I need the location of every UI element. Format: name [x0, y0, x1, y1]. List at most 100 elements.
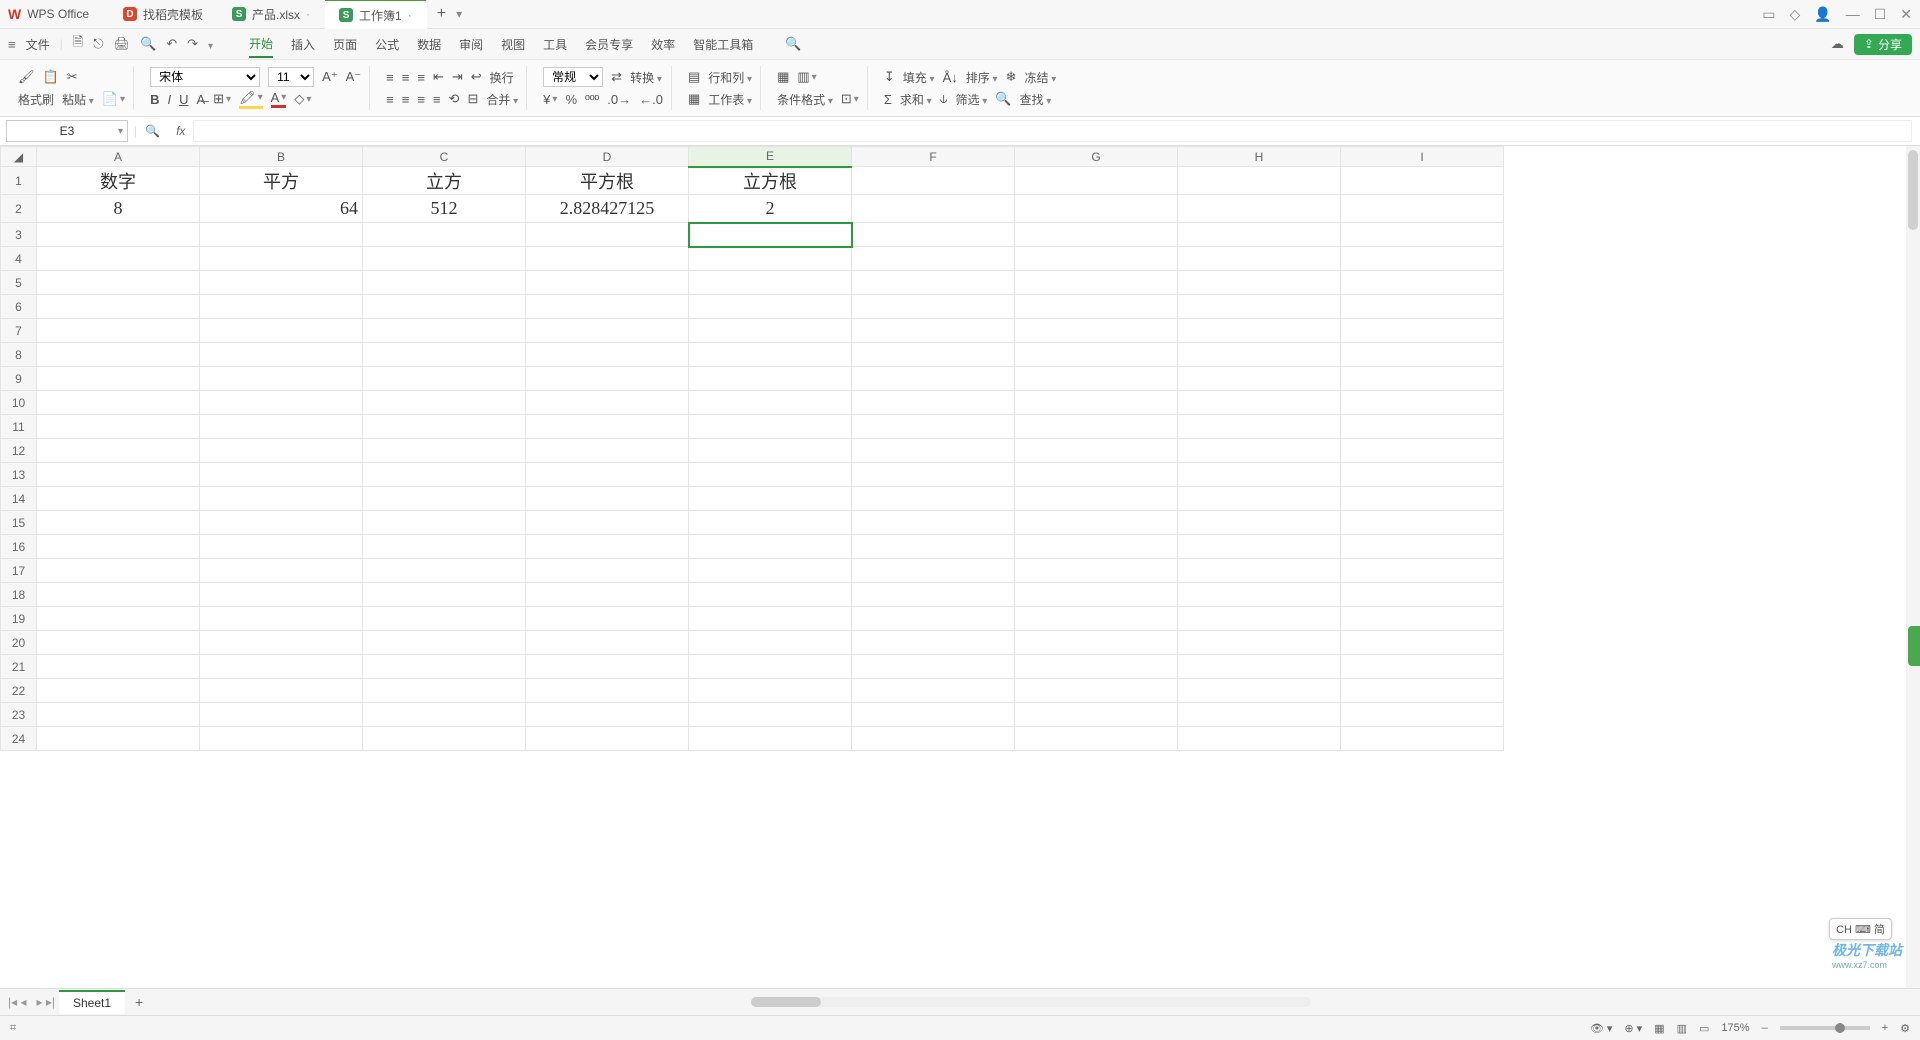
row-header-17[interactable]: 17 — [1, 559, 37, 583]
underline-icon[interactable]: U — [179, 92, 188, 107]
sum-label[interactable]: 求和 — [900, 91, 932, 108]
cell-H8[interactable] — [1178, 343, 1341, 367]
cell-H13[interactable] — [1178, 463, 1341, 487]
cell-E16[interactable] — [689, 535, 852, 559]
row-header-12[interactable]: 12 — [1, 439, 37, 463]
convert-icon[interactable]: ⇄ — [611, 69, 622, 85]
row-header-14[interactable]: 14 — [1, 487, 37, 511]
row-header-1[interactable]: 1 — [1, 167, 37, 195]
side-panel-handle[interactable] — [1908, 626, 1920, 666]
file-tab-workbook1[interactable]: S 工作簿1 · — [325, 0, 427, 29]
cell-E3[interactable] — [689, 223, 852, 247]
cell-I19[interactable] — [1341, 607, 1504, 631]
tab-view[interactable]: 视图 — [501, 32, 525, 57]
merge-icon[interactable]: ⊟ — [467, 91, 478, 107]
cell-I16[interactable] — [1341, 535, 1504, 559]
cell-A4[interactable] — [37, 247, 200, 271]
cell-A15[interactable] — [37, 511, 200, 535]
bold-icon[interactable]: B — [150, 92, 159, 107]
cell-F20[interactable] — [852, 631, 1015, 655]
cell-I21[interactable] — [1341, 655, 1504, 679]
tab-insert[interactable]: 插入 — [291, 32, 315, 57]
row-header-2[interactable]: 2 — [1, 195, 37, 223]
cell-G9[interactable] — [1015, 367, 1178, 391]
cell-H15[interactable] — [1178, 511, 1341, 535]
cell-H2[interactable] — [1178, 195, 1341, 223]
cell-G22[interactable] — [1015, 679, 1178, 703]
cell-A14[interactable] — [37, 487, 200, 511]
cell-I15[interactable] — [1341, 511, 1504, 535]
cell-I23[interactable] — [1341, 703, 1504, 727]
cell-G18[interactable] — [1015, 583, 1178, 607]
cell-A12[interactable] — [37, 439, 200, 463]
cell-G23[interactable] — [1015, 703, 1178, 727]
cell-B2[interactable]: 64 — [200, 195, 363, 223]
zoom-out-icon[interactable]: – — [1762, 1022, 1768, 1034]
search-icon[interactable]: 🔍 — [785, 36, 801, 52]
dec-dec-icon[interactable]: ←.0 — [639, 92, 663, 107]
cell-E8[interactable] — [689, 343, 852, 367]
settings-icon[interactable]: ⚙ — [1900, 1022, 1910, 1035]
cell-F3[interactable] — [852, 223, 1015, 247]
chevron-down-icon[interactable]: ▾ — [118, 126, 123, 137]
tab-home[interactable]: 开始 — [249, 31, 273, 58]
cell-D3[interactable] — [526, 223, 689, 247]
format-painter-icon[interactable]: 🖌 — [18, 69, 35, 85]
wrap-label[interactable]: 换行 — [490, 69, 514, 86]
sort-label[interactable]: 排序 — [966, 69, 998, 86]
row-header-24[interactable]: 24 — [1, 727, 37, 751]
cell-F12[interactable] — [852, 439, 1015, 463]
formula-input[interactable] — [193, 120, 1912, 142]
menu-icon[interactable]: ≡ — [8, 37, 16, 52]
cell-H3[interactable] — [1178, 223, 1341, 247]
row-header-7[interactable]: 7 — [1, 319, 37, 343]
cell-D4[interactable] — [526, 247, 689, 271]
cell-E6[interactable] — [689, 295, 852, 319]
cell-C16[interactable] — [363, 535, 526, 559]
avatar-icon[interactable]: 👤 — [1814, 6, 1831, 23]
cell-D9[interactable] — [526, 367, 689, 391]
cell-G7[interactable] — [1015, 319, 1178, 343]
zoom-in-icon[interactable]: + — [1882, 1022, 1888, 1034]
col-header-H[interactable]: H — [1178, 147, 1341, 167]
row-header-13[interactable]: 13 — [1, 463, 37, 487]
cell-B14[interactable] — [200, 487, 363, 511]
cloud-icon[interactable]: ☁ — [1831, 36, 1844, 52]
cell-G19[interactable] — [1015, 607, 1178, 631]
wrap-icon[interactable]: ↩ — [471, 69, 482, 85]
file-tab-product[interactable]: S 产品.xlsx · — [218, 0, 325, 28]
cell-G14[interactable] — [1015, 487, 1178, 511]
cell-G16[interactable] — [1015, 535, 1178, 559]
cell-H12[interactable] — [1178, 439, 1341, 463]
sheet-tab-1[interactable]: Sheet1 — [59, 990, 125, 1014]
orientation-icon[interactable]: ⟲ — [449, 91, 460, 107]
cell-F2[interactable] — [852, 195, 1015, 223]
tab-data[interactable]: 数据 — [417, 32, 441, 57]
cell-C19[interactable] — [363, 607, 526, 631]
cell-F11[interactable] — [852, 415, 1015, 439]
filter-icon[interactable]: ⫝ — [940, 91, 948, 107]
cell-B17[interactable] — [200, 559, 363, 583]
cell-G10[interactable] — [1015, 391, 1178, 415]
cell-C17[interactable] — [363, 559, 526, 583]
cell-G24[interactable] — [1015, 727, 1178, 751]
row-header-9[interactable]: 9 — [1, 367, 37, 391]
cell-C12[interactable] — [363, 439, 526, 463]
cell-G8[interactable] — [1015, 343, 1178, 367]
cell-I22[interactable] — [1341, 679, 1504, 703]
cell-B20[interactable] — [200, 631, 363, 655]
cell-B8[interactable] — [200, 343, 363, 367]
cell-D2[interactable]: 2.828427125 — [526, 195, 689, 223]
cell-style-icon[interactable]: ▥ — [797, 69, 816, 85]
align-top-icon[interactable]: ≡ — [386, 70, 394, 85]
cell-G12[interactable] — [1015, 439, 1178, 463]
align-bottom-icon[interactable]: ≡ — [417, 70, 425, 85]
cell-H11[interactable] — [1178, 415, 1341, 439]
indent-dec-icon[interactable]: ⇤ — [433, 69, 444, 85]
cell-F8[interactable] — [852, 343, 1015, 367]
cell-C24[interactable] — [363, 727, 526, 751]
cancel-fx-icon[interactable]: 🔍 — [145, 124, 160, 138]
row-header-8[interactable]: 8 — [1, 343, 37, 367]
row-header-16[interactable]: 16 — [1, 535, 37, 559]
cell-D15[interactable] — [526, 511, 689, 535]
